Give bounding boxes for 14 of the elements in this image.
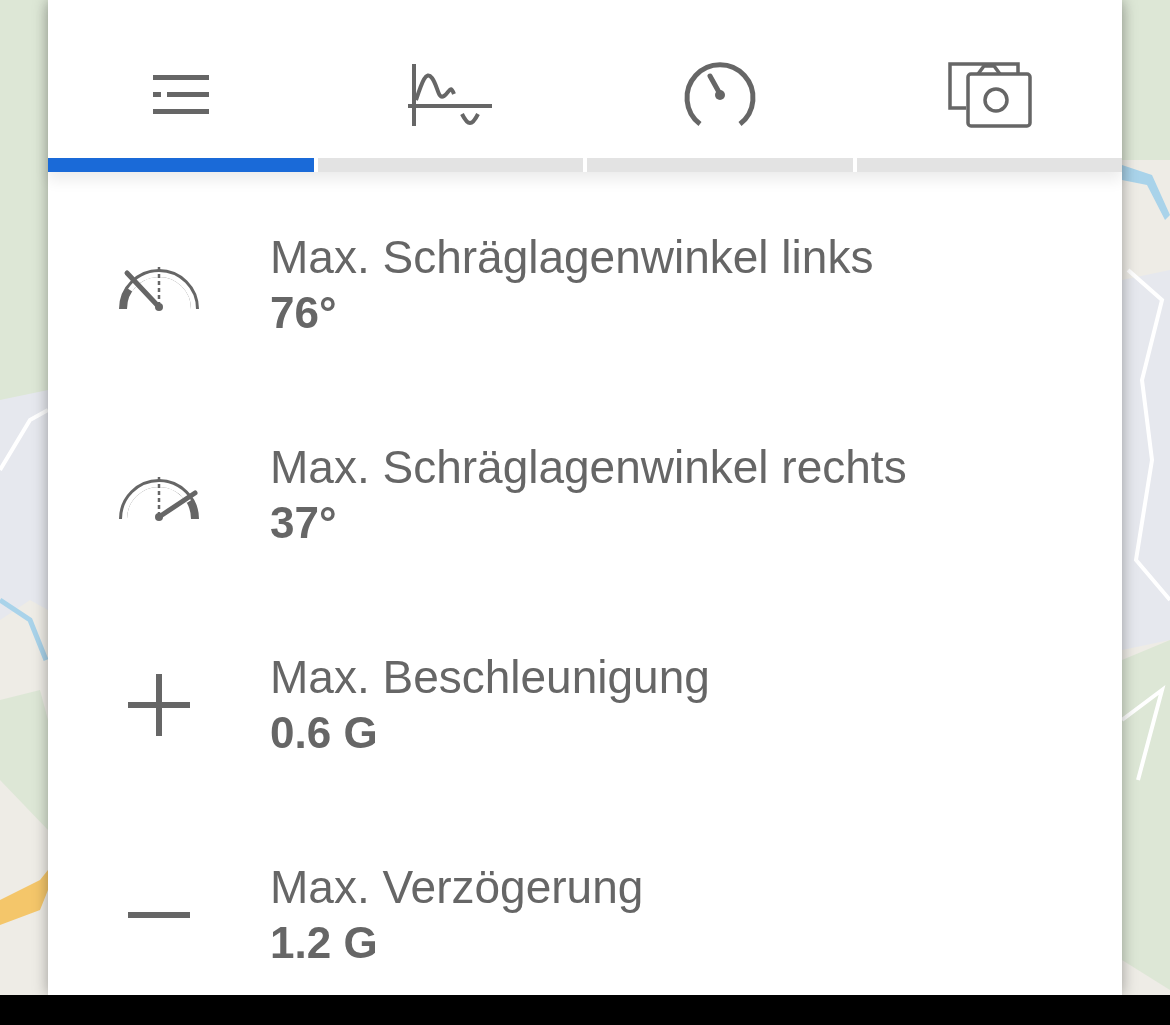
stat-label: Max. Verzögerung <box>270 860 644 915</box>
stat-value: 1.2 G <box>270 917 379 969</box>
tab[interactable] <box>856 0 1122 172</box>
camera-icon <box>946 62 1033 128</box>
stat-label: Max. Beschleunigung <box>270 650 710 705</box>
minus-icon <box>128 911 190 919</box>
stat-label: Max. Schräglagenwinkel links <box>270 230 874 285</box>
stat-label: Max. Schräglagenwinkel rechts <box>270 440 907 495</box>
graph-icon <box>408 62 493 128</box>
stat-value: 76° <box>270 287 338 339</box>
plus-icon <box>128 674 190 736</box>
stat-value: 0.6 G <box>270 707 379 759</box>
stat-value: 37° <box>270 497 338 549</box>
tab[interactable] <box>48 0 314 172</box>
